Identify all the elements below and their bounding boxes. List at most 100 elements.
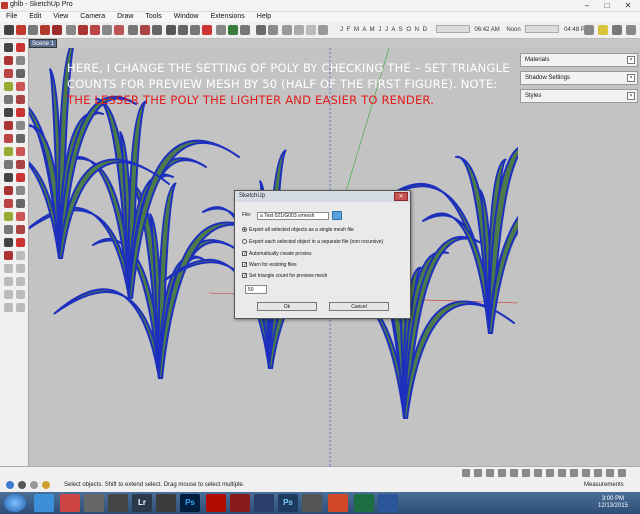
status-tool-icon[interactable] xyxy=(582,469,590,477)
dialog-close-button[interactable]: ✕ xyxy=(394,192,408,201)
status-tool-icon[interactable] xyxy=(510,469,518,477)
ie-icon[interactable] xyxy=(34,494,54,512)
palette-tool-icon[interactable] xyxy=(4,290,13,299)
word-icon[interactable] xyxy=(378,494,398,512)
measurements-box[interactable]: Measurements xyxy=(584,482,624,488)
menu-view[interactable]: View xyxy=(53,12,68,22)
app-taskbar-icon[interactable] xyxy=(302,494,322,512)
menu-camera[interactable]: Camera xyxy=(80,12,105,22)
zoom-extents-icon[interactable] xyxy=(202,25,212,35)
palette-tool-icon[interactable] xyxy=(4,225,13,234)
palette-tool-icon[interactable] xyxy=(4,121,13,130)
palette-tool-icon[interactable] xyxy=(16,290,25,299)
vray-settings-icon[interactable] xyxy=(294,25,304,35)
auto-proxies-row[interactable]: ✓ Automatically create proxies xyxy=(242,251,312,258)
warehouse-icon[interactable] xyxy=(216,25,226,35)
status-tool-icon[interactable] xyxy=(618,469,626,477)
vray-frame-icon[interactable] xyxy=(584,25,594,35)
palette-tool-icon[interactable] xyxy=(4,277,13,286)
palette-tool-icon[interactable] xyxy=(16,225,25,234)
vray-render-icon[interactable] xyxy=(282,25,292,35)
paint-bucket-icon[interactable] xyxy=(152,25,162,35)
media-taskbar-icon[interactable] xyxy=(108,494,128,512)
fog-icon[interactable] xyxy=(268,25,278,35)
menu-tools[interactable]: Tools xyxy=(145,12,161,22)
option-single-mesh[interactable]: Export all selected objects as a single … xyxy=(242,227,354,234)
vray-misc-icon[interactable] xyxy=(626,25,636,35)
palette-tool-icon[interactable] xyxy=(4,82,13,91)
palette-tool-icon[interactable] xyxy=(16,186,25,195)
status-tool-icon[interactable] xyxy=(522,469,530,477)
palette-tool-icon[interactable] xyxy=(4,134,13,143)
extension-icon[interactable] xyxy=(228,25,238,35)
arc-tool-icon[interactable] xyxy=(40,25,50,35)
menu-help[interactable]: Help xyxy=(257,12,271,22)
geo-location-icon[interactable] xyxy=(6,481,14,489)
palette-tool-icon[interactable] xyxy=(16,95,25,104)
status-tool-icon[interactable] xyxy=(558,469,566,477)
status-tool-icon[interactable] xyxy=(498,469,506,477)
close-window-button[interactable]: ✕ xyxy=(619,0,637,11)
shapes-tool-icon[interactable] xyxy=(52,25,62,35)
palette-tool-icon[interactable] xyxy=(4,173,13,182)
move-tool-icon[interactable] xyxy=(78,25,88,35)
warn-existing-checkbox[interactable]: ✓ xyxy=(242,262,247,268)
tray-close-icon[interactable]: × xyxy=(627,92,635,100)
text-tool-icon[interactable] xyxy=(140,25,150,35)
palette-tool-icon[interactable] xyxy=(16,108,25,117)
tray-close-icon[interactable]: × xyxy=(627,74,635,82)
cancel-button[interactable]: Cancel xyxy=(329,302,389,311)
menu-draw[interactable]: Draw xyxy=(117,12,133,22)
radio-single-mesh[interactable] xyxy=(242,227,247,233)
start-button-icon[interactable] xyxy=(4,494,26,512)
status-tool-icon[interactable] xyxy=(462,469,470,477)
auto-proxies-checkbox[interactable]: ✓ xyxy=(242,251,247,257)
maximize-button[interactable]: □ xyxy=(598,0,616,11)
palette-tool-icon[interactable] xyxy=(4,56,13,65)
palette-tool-icon[interactable] xyxy=(4,238,13,247)
palette-tool-icon[interactable] xyxy=(4,43,13,52)
palette-tool-icon[interactable] xyxy=(16,43,25,52)
vray-sun-icon[interactable] xyxy=(598,25,608,35)
palette-tool-icon[interactable] xyxy=(4,303,13,312)
palette-tool-icon[interactable] xyxy=(4,160,13,169)
help-icon[interactable] xyxy=(42,481,50,489)
shadow-time-slider[interactable]: J F M A M J J A S O N D 06:42 AM Noon 04… xyxy=(340,25,590,36)
line-tool-icon[interactable] xyxy=(28,25,38,35)
explorer-icon[interactable] xyxy=(156,494,176,512)
set-triangle-checkbox[interactable]: ✓ xyxy=(242,273,247,279)
excel-icon[interactable] xyxy=(354,494,374,512)
minimize-button[interactable]: – xyxy=(578,0,596,11)
status-tool-icon[interactable] xyxy=(486,469,494,477)
palette-tool-icon[interactable] xyxy=(4,108,13,117)
palette-tool-icon[interactable] xyxy=(16,303,25,312)
palette-tool-icon[interactable] xyxy=(16,56,25,65)
ok-button[interactable]: Ok xyxy=(257,302,317,311)
palette-tool-icon[interactable] xyxy=(4,212,13,221)
status-tool-icon[interactable] xyxy=(474,469,482,477)
triangle-count-input[interactable]: 50 xyxy=(245,285,267,294)
lightroom-icon[interactable]: Lr xyxy=(132,494,152,512)
palette-tool-icon[interactable] xyxy=(16,212,25,221)
app-taskbar-icon[interactable] xyxy=(254,494,274,512)
palette-tool-icon[interactable] xyxy=(16,69,25,78)
acrobat-icon[interactable] xyxy=(206,494,226,512)
palette-tool-icon[interactable] xyxy=(16,82,25,91)
zoom-icon[interactable] xyxy=(190,25,200,35)
option-separate-files[interactable]: Export each selected object in a separat… xyxy=(242,239,383,246)
menu-extensions[interactable]: Extensions xyxy=(211,12,245,22)
tape-measure-icon[interactable] xyxy=(128,25,138,35)
palette-tool-icon[interactable] xyxy=(16,134,25,143)
palette-tool-icon[interactable] xyxy=(16,251,25,260)
palette-tool-icon[interactable] xyxy=(4,251,13,260)
app-taskbar-icon[interactable] xyxy=(230,494,250,512)
browse-folder-icon[interactable] xyxy=(332,211,342,220)
rotate-tool-icon[interactable] xyxy=(90,25,100,35)
status-tool-icon[interactable] xyxy=(594,469,602,477)
palette-tool-icon[interactable] xyxy=(4,69,13,78)
palette-tool-icon[interactable] xyxy=(4,264,13,273)
layout-icon[interactable] xyxy=(240,25,250,35)
tray-styles[interactable]: Styles × xyxy=(520,89,638,103)
radio-separate-files[interactable] xyxy=(242,239,247,245)
vray-taskbar-icon[interactable] xyxy=(84,494,104,512)
